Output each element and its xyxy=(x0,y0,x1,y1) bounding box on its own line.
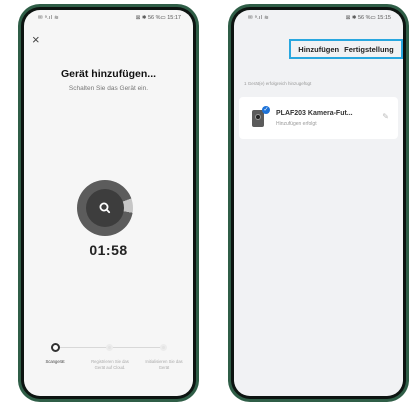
step-dot-scan xyxy=(51,343,60,352)
check-badge-icon: ✓ xyxy=(262,106,270,114)
phone-bezel: ✉ ᵃ.ıl ≋ ⊠ ✱ 56 %▭ 15:15 Hinzufügen Fert… xyxy=(231,7,406,399)
finish-button[interactable]: Fertigstellung xyxy=(344,45,394,54)
countdown-timer: 01:58 xyxy=(89,242,128,258)
found-devices-text: 1 Gerät(e) erfolgreich hinzugefügt xyxy=(244,81,312,86)
status-right: ⊠ ✱ 56 %▭ 15:17 xyxy=(135,15,181,21)
header-highlight-box: Hinzufügen Fertigstellung xyxy=(289,39,403,59)
status-left: ✉ ᵃ.ıl ≋ xyxy=(248,15,269,21)
scan-screen: ✉ ᵃ.ıl ≋ ⊠ ✱ 56 %▭ 15:17 × Gerät hinzufü… xyxy=(24,10,193,396)
device-status: Hinzufügen erfolgt xyxy=(276,121,317,127)
phone-frame-left: ✉ ᵃ.ıl ≋ ⊠ ✱ 56 %▭ 15:17 × Gerät hinzufü… xyxy=(18,4,199,402)
phone-frame-right: ✉ ᵃ.ıl ≋ ⊠ ✱ 56 %▭ 15:15 Hinzufügen Fert… xyxy=(228,4,409,402)
scan-progress-ring xyxy=(77,180,133,236)
status-bar: ✉ ᵃ.ıl ≋ ⊠ ✱ 56 %▭ 15:17 xyxy=(24,14,193,24)
status-bar: ✉ ᵃ.ıl ≋ ⊠ ✱ 56 %▭ 15:15 xyxy=(234,14,403,24)
pencil-icon[interactable]: ✎ xyxy=(382,112,389,121)
step-dot-initialize xyxy=(160,344,167,351)
step-label-initialize: Initialisieren Sie das Gerät xyxy=(145,359,183,370)
device-card[interactable]: ✓ PLAF203 Kamera-Fut... Hinzufügen erfol… xyxy=(239,97,398,139)
step-dot-register xyxy=(106,344,113,351)
status-right: ⊠ ✱ 56 %▭ 15:15 xyxy=(345,15,391,21)
page-subtitle: Schalten Sie das Gerät ein. xyxy=(68,85,149,92)
phone-bezel: ✉ ᵃ.ıl ≋ ⊠ ✱ 56 %▭ 15:17 × Gerät hinzufü… xyxy=(21,7,196,399)
search-icon xyxy=(99,202,111,214)
scan-button xyxy=(86,189,124,227)
result-screen: ✉ ᵃ.ıl ≋ ⊠ ✱ 56 %▭ 15:15 Hinzufügen Fert… xyxy=(234,10,403,396)
page-title: Gerät hinzufügen... xyxy=(60,68,157,80)
status-left: ✉ ᵃ.ıl ≋ xyxy=(38,15,59,21)
close-icon[interactable]: × xyxy=(32,33,40,46)
step-label-scan: Scangerät xyxy=(45,359,65,364)
device-name: PLAF203 Kamera-Fut... xyxy=(276,110,353,117)
step-label-register: Registrieren Sie das Gerät auf Cloud. xyxy=(91,359,129,370)
header-add-title: Hinzufügen xyxy=(298,44,340,54)
camera-feeder-icon: ✓ xyxy=(250,106,270,129)
